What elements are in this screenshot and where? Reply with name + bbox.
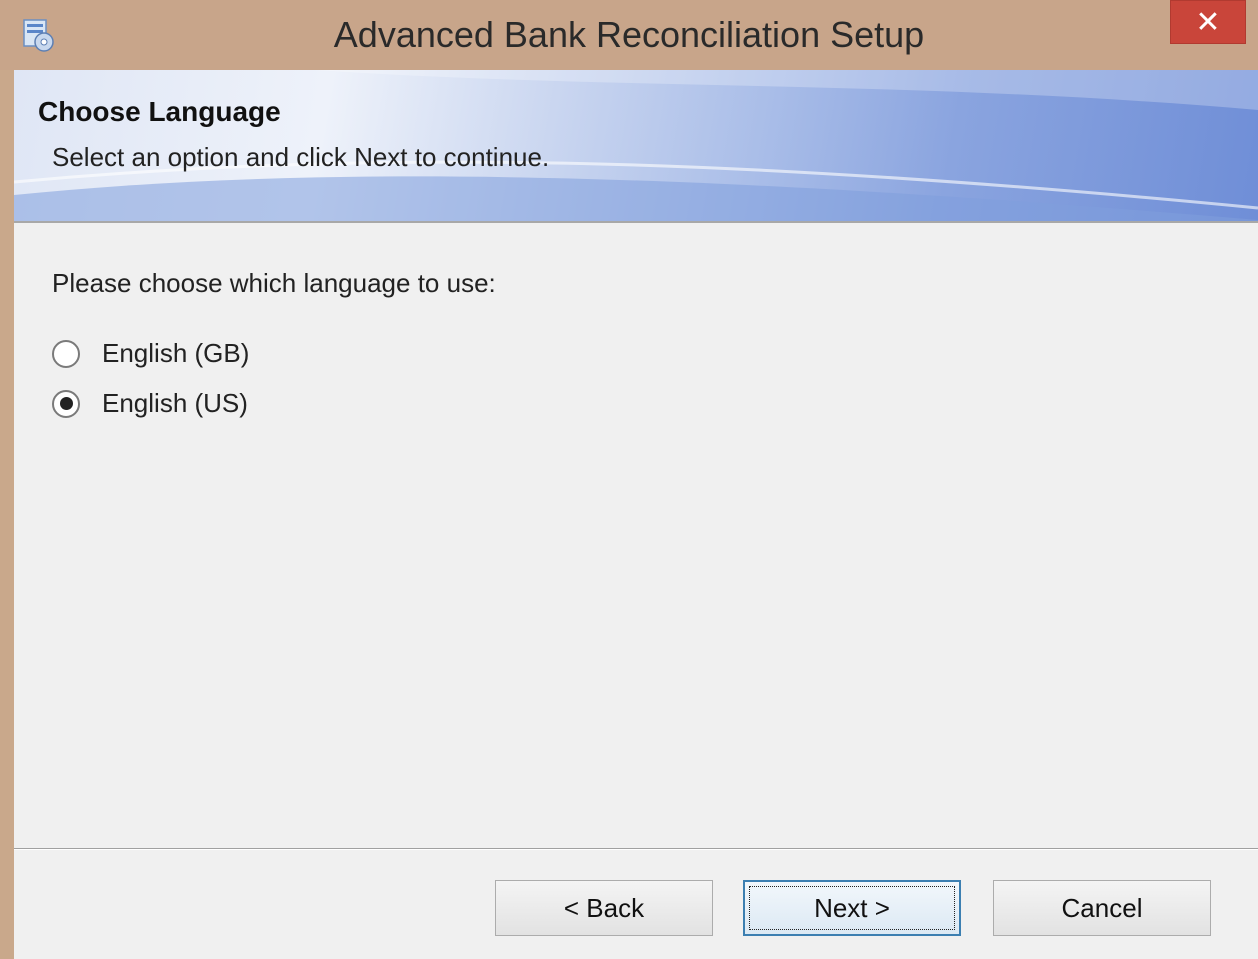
language-prompt: Please choose which language to use: bbox=[52, 268, 496, 298]
window-title: Advanced Bank Reconciliation Setup bbox=[333, 14, 925, 55]
footer-divider bbox=[14, 848, 1258, 850]
title-bar[interactable]: Advanced Bank Reconciliation Setup ✕ bbox=[0, 0, 1258, 70]
radio-label-english-us[interactable]: English (US) bbox=[102, 388, 248, 419]
close-button[interactable]: ✕ bbox=[1170, 0, 1246, 44]
dialog-client-area: Choose Language Select an option and cli… bbox=[14, 70, 1258, 959]
focus-rectangle bbox=[749, 886, 955, 930]
radio-button-unselected[interactable] bbox=[52, 339, 80, 368]
cancel-button-label: Cancel bbox=[1061, 892, 1143, 923]
back-button-label: < Back bbox=[563, 892, 645, 923]
radio-english-us[interactable]: English (US) bbox=[52, 388, 248, 419]
next-button[interactable]: Next > bbox=[743, 880, 961, 936]
cancel-button[interactable]: Cancel bbox=[993, 880, 1211, 936]
radio-english-gb[interactable]: English (GB) bbox=[52, 338, 249, 369]
page-subtitle: Select an option and click Next to conti… bbox=[52, 142, 550, 172]
header-banner: Choose Language Select an option and cli… bbox=[14, 70, 1258, 223]
radio-button-selected[interactable] bbox=[52, 389, 80, 418]
close-icon: ✕ bbox=[1195, 5, 1221, 39]
back-button[interactable]: < Back bbox=[495, 880, 713, 936]
page-title: Choose Language bbox=[38, 96, 281, 127]
radio-label-english-gb[interactable]: English (GB) bbox=[102, 338, 249, 369]
setup-window: Advanced Bank Reconciliation Setup ✕ Cho… bbox=[0, 0, 1258, 959]
